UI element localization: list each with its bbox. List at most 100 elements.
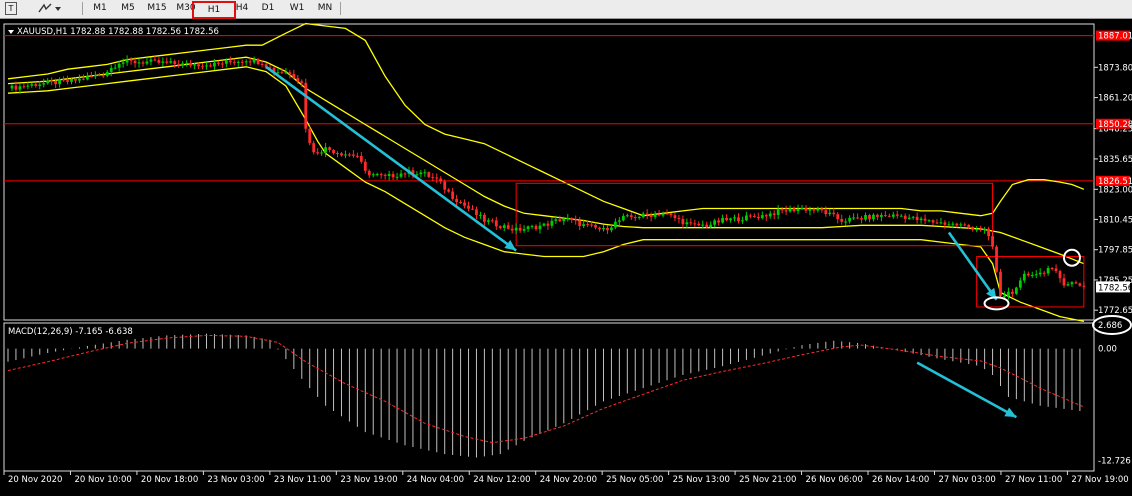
candle-body (697, 223, 701, 226)
time-tick-label: 20 Nov 10:00 (74, 475, 131, 485)
candle-body (927, 220, 931, 222)
candle-body (149, 59, 153, 62)
candle-body (510, 228, 514, 231)
tf-mn-button[interactable]: MN (314, 1, 336, 16)
tf-m5-button[interactable]: M5 (116, 1, 140, 16)
candle-body (959, 224, 963, 226)
candle-body (145, 61, 149, 64)
candle-body (471, 208, 474, 210)
toolbar-separator (82, 2, 83, 15)
candle-body (1082, 285, 1086, 287)
tf-w1-button[interactable]: W1 (286, 1, 308, 16)
candle-body (292, 73, 296, 79)
time-tick-label: 26 Nov 06:00 (806, 475, 863, 485)
macd-tick-label: 0.00 (1098, 345, 1117, 355)
candle-body (220, 63, 224, 65)
candle-body (633, 217, 637, 219)
chart-window[interactable]: 1873.80 1861.20 1848.25 1835.65 1823.00 1810.… (0, 19, 1132, 492)
candle-body (915, 216, 919, 221)
candle-body (725, 218, 728, 221)
candle-body (665, 213, 669, 215)
candle-body (955, 223, 959, 226)
macd-tick-label: -12.726 (1098, 456, 1131, 466)
draw-tools-icon[interactable] (36, 1, 62, 16)
candle-body (967, 225, 971, 227)
candle-body (205, 65, 208, 67)
candle-body (42, 83, 46, 85)
candle-body (987, 228, 990, 237)
candle-body (598, 227, 601, 230)
candle-body (546, 223, 550, 226)
candle-body (979, 229, 983, 231)
candle-body (566, 218, 570, 220)
time-tick-label: 25 Nov 21:00 (739, 475, 796, 485)
candle-body (554, 219, 558, 221)
time-tick-label: 27 Nov 19:00 (1071, 475, 1128, 485)
candle-body (899, 215, 903, 217)
candle-body (153, 59, 157, 61)
level-price-label: 1850.28 (1098, 120, 1132, 130)
candle-body (872, 214, 875, 220)
candle-body (764, 215, 768, 217)
candle-body (828, 212, 832, 215)
candle-body (1011, 291, 1014, 294)
candle-body (562, 218, 566, 222)
candle-body (30, 84, 34, 86)
candle-body (121, 62, 125, 64)
candle-body (117, 63, 121, 68)
candle-body (431, 176, 435, 178)
candle-body (14, 85, 18, 90)
time-tick-label: 26 Nov 14:00 (872, 475, 929, 485)
price-tick-label: 1797.85 (1098, 246, 1132, 256)
time-tick-label: 24 Nov 04:00 (407, 475, 464, 485)
candle-body (62, 79, 65, 81)
candle-body (506, 225, 510, 229)
candle-body (530, 225, 534, 227)
candle-body (66, 80, 69, 82)
text-tool-icon[interactable]: T (5, 2, 17, 15)
candle-body (748, 215, 752, 217)
candle-body (991, 236, 994, 247)
tf-h1-button[interactable]: H1 (192, 1, 236, 19)
candle-body (502, 225, 506, 228)
candle-body (999, 271, 1002, 296)
candle-body (860, 218, 863, 220)
candle-body (788, 208, 792, 212)
candle-body (1078, 283, 1082, 286)
candle-body (792, 208, 796, 212)
candle-body (911, 216, 915, 218)
candle-body (578, 220, 582, 227)
candle-body (614, 221, 617, 228)
candle-body (526, 226, 530, 230)
candle-body (467, 205, 470, 209)
candle-body (903, 215, 907, 219)
tf-d1-button[interactable]: D1 (257, 1, 279, 16)
candle-body (907, 217, 911, 219)
candle-body (689, 222, 693, 224)
candle-body (649, 214, 653, 217)
tf-m1-button[interactable]: M1 (88, 1, 112, 16)
candle-body (514, 227, 518, 231)
candle-body (1018, 280, 1022, 288)
candle-body (1038, 272, 1042, 275)
candle-body (880, 215, 883, 217)
candle-body (340, 153, 343, 156)
candle-body (760, 215, 764, 219)
candle-body (371, 174, 375, 176)
tf-h4-button[interactable]: H4 (233, 1, 251, 16)
candle-body (836, 214, 840, 219)
candle-body (518, 227, 522, 231)
candle-body (344, 154, 347, 156)
candle-body (256, 59, 260, 64)
candle-body (1066, 284, 1070, 286)
candle-body (82, 78, 85, 80)
candle-body (923, 218, 927, 221)
price-chart-svg[interactable]: 1873.801861.201848.251835.651823.001810.… (0, 19, 1132, 492)
tf-m15-button[interactable]: M15 (143, 1, 171, 16)
candle-body (133, 60, 137, 64)
candle-body (348, 154, 351, 156)
candle-body (498, 226, 502, 228)
candle-body (582, 224, 586, 227)
time-tick-label: 20 Nov 2020 (8, 475, 62, 485)
candle-body (570, 218, 574, 220)
